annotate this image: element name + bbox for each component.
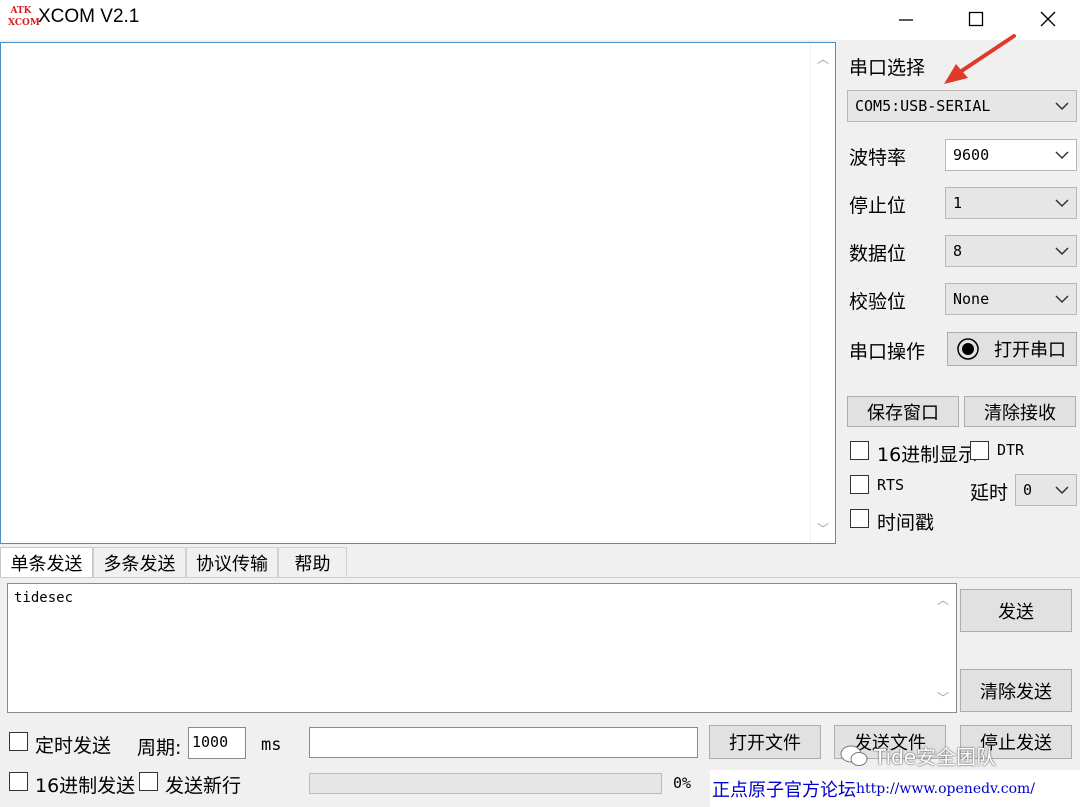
minimize-icon bbox=[899, 19, 913, 21]
send-newline-checkbox[interactable] bbox=[139, 772, 158, 791]
period-input[interactable]: 1000 bbox=[188, 727, 246, 759]
file-path-input[interactable] bbox=[309, 727, 698, 758]
watermark: Tide安全团队 bbox=[840, 741, 996, 770]
ms-label: ms bbox=[261, 735, 282, 755]
chevron-down-icon bbox=[1055, 295, 1069, 304]
wechat-icon bbox=[840, 745, 868, 766]
forum-label: 正点原子官方论坛 bbox=[712, 779, 856, 801]
delay-label: 延时 bbox=[970, 482, 1009, 504]
tab-single-send[interactable]: 单条发送 bbox=[0, 547, 93, 578]
dtr-label: DTR bbox=[997, 441, 1025, 459]
scroll-down-icon[interactable]: ﹀ bbox=[811, 516, 835, 540]
chevron-down-icon bbox=[1055, 102, 1069, 111]
dtr-checkbox[interactable] bbox=[970, 441, 989, 460]
progress-percent: 0% bbox=[673, 774, 692, 792]
scroll-down-icon[interactable]: ﹀ bbox=[931, 685, 955, 709]
tab-help[interactable]: 帮助 bbox=[278, 547, 347, 577]
send-textarea[interactable]: tidesec ︿ ﹀ bbox=[7, 583, 957, 713]
close-button[interactable] bbox=[1018, 0, 1078, 38]
forum-link[interactable]: 正点原子官方论坛 http://www.openedv.com/ bbox=[710, 770, 1080, 807]
receive-scrollbar[interactable]: ︿ ﹀ bbox=[810, 44, 834, 542]
parity-select[interactable]: None bbox=[945, 283, 1077, 315]
timed-send-checkbox[interactable] bbox=[9, 732, 28, 751]
send-scrollbar[interactable]: ︿ ﹀ bbox=[931, 585, 955, 711]
stop-bits-label: 停止位 bbox=[849, 195, 907, 217]
period-label: 周期: bbox=[137, 737, 182, 759]
data-bits-label: 数据位 bbox=[849, 243, 907, 265]
chevron-down-icon bbox=[1055, 199, 1069, 208]
save-window-button[interactable]: 保存窗口 bbox=[847, 396, 959, 427]
send-progress-bar bbox=[309, 773, 662, 794]
delay-select[interactable]: 0 bbox=[1015, 474, 1077, 506]
title-bar: ATK XCOM XCOM V2.1 bbox=[0, 0, 1080, 40]
app-logo: ATK XCOM bbox=[8, 6, 40, 28]
record-icon bbox=[957, 338, 979, 360]
port-operation-label: 串口操作 bbox=[849, 341, 926, 363]
close-icon bbox=[1040, 11, 1056, 27]
send-tabs: 单条发送 多条发送 协议传输 帮助 bbox=[0, 547, 347, 578]
hex-send-checkbox[interactable] bbox=[9, 772, 28, 791]
scroll-up-icon[interactable]: ︿ bbox=[811, 46, 835, 70]
chevron-down-icon bbox=[1055, 247, 1069, 256]
port-select[interactable]: COM5:USB-SERIAL bbox=[847, 90, 1077, 122]
baud-label: 波特率 bbox=[849, 147, 907, 169]
chevron-down-icon bbox=[1055, 151, 1069, 160]
open-file-button[interactable]: 打开文件 bbox=[709, 725, 821, 759]
baud-select[interactable]: 9600 bbox=[945, 139, 1077, 171]
timestamp-label: 时间戳 bbox=[877, 512, 935, 534]
tab-protocol[interactable]: 协议传输 bbox=[186, 547, 278, 577]
rts-label: RTS bbox=[877, 476, 905, 494]
forum-url: http://www.openedv.com/ bbox=[856, 780, 1036, 797]
stop-bits-select[interactable]: 1 bbox=[945, 187, 1077, 219]
clear-send-button[interactable]: 清除发送 bbox=[960, 669, 1072, 712]
data-bits-select[interactable]: 8 bbox=[945, 235, 1077, 267]
port-select-label: 串口选择 bbox=[849, 57, 926, 79]
rts-checkbox[interactable] bbox=[850, 475, 869, 494]
tab-multi-send[interactable]: 多条发送 bbox=[93, 547, 186, 577]
maximize-icon bbox=[968, 11, 984, 27]
scroll-up-icon[interactable]: ︿ bbox=[931, 587, 955, 611]
timed-send-label: 定时发送 bbox=[35, 735, 112, 757]
chevron-down-icon bbox=[1055, 486, 1069, 495]
window-title: XCOM V2.1 bbox=[38, 6, 140, 27]
hex-display-label: 16进制显示 bbox=[877, 444, 978, 466]
hex-display-checkbox[interactable] bbox=[850, 441, 869, 460]
receive-area[interactable]: ︿ ﹀ bbox=[0, 42, 836, 544]
send-button[interactable]: 发送 bbox=[960, 589, 1072, 632]
timestamp-checkbox[interactable] bbox=[850, 509, 869, 528]
clear-receive-button[interactable]: 清除接收 bbox=[964, 396, 1076, 427]
open-port-button[interactable]: 打开串口 bbox=[947, 332, 1077, 366]
parity-label: 校验位 bbox=[849, 291, 907, 313]
send-newline-label: 发送新行 bbox=[165, 775, 242, 797]
minimize-button[interactable] bbox=[876, 0, 936, 38]
hex-send-label: 16进制发送 bbox=[35, 775, 136, 797]
red-arrow-annotation bbox=[944, 34, 1016, 84]
